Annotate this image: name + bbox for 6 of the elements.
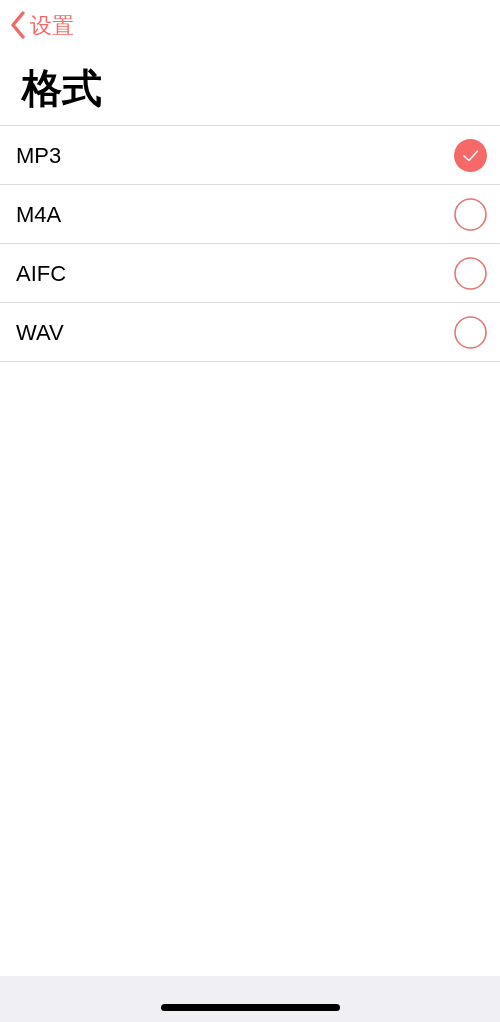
back-chevron-icon xyxy=(10,11,26,39)
format-option[interactable]: WAV xyxy=(0,303,500,362)
format-option[interactable]: MP3 xyxy=(0,126,500,185)
page-title: 格式 xyxy=(22,63,102,113)
format-option[interactable]: M4A xyxy=(0,185,500,244)
format-option[interactable]: AIFC xyxy=(0,244,500,303)
